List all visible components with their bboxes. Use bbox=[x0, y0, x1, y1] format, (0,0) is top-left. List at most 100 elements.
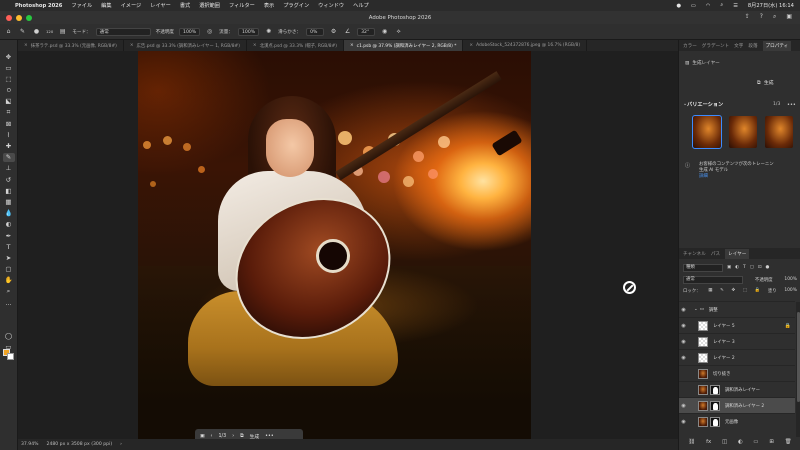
taskbar-layers-icon[interactable]: ▣ bbox=[200, 434, 205, 439]
close-tab-icon[interactable]: × bbox=[130, 43, 134, 48]
pressure-opacity-icon[interactable]: ◎ bbox=[205, 27, 214, 36]
adjustment-layer-icon[interactable]: ◐ bbox=[738, 439, 743, 448]
quick-mask-icon[interactable]: ◯ bbox=[3, 331, 15, 340]
delete-layer-icon[interactable]: 🗑 bbox=[785, 439, 792, 448]
gradient-tool-icon[interactable]: ▦ bbox=[3, 197, 15, 206]
wifi-icon[interactable]: ◠ bbox=[706, 3, 711, 9]
path-select-tool-icon[interactable]: ➤ bbox=[3, 253, 15, 262]
pen-tool-icon[interactable]: ✒ bbox=[3, 231, 15, 240]
blur-tool-icon[interactable]: 💧 bbox=[3, 209, 15, 218]
layer-filter-select[interactable]: 種類 bbox=[683, 263, 723, 272]
control-center-icon[interactable]: ☰ bbox=[733, 3, 738, 9]
properties-generate-button[interactable]: 生成 bbox=[764, 79, 774, 86]
next-variation-icon[interactable]: › bbox=[232, 434, 234, 439]
layer-name[interactable]: 切り抜き bbox=[713, 371, 731, 377]
tab-document-1[interactable]: × 抹茶ラテ.psd @ 33.3% (元画像, RGB/8#) bbox=[18, 40, 124, 51]
visibility-eye-icon[interactable]: ◉ bbox=[679, 307, 688, 313]
canvas-area[interactable] bbox=[18, 51, 678, 439]
layer-row-5[interactable]: ◉ レイヤー 5 🔒 bbox=[679, 317, 795, 333]
brush-tool-icon[interactable]: ✎ bbox=[2, 152, 15, 162]
layers-scrollbar[interactable] bbox=[796, 302, 800, 437]
history-brush-icon[interactable]: ↺ bbox=[3, 175, 15, 184]
tab-layers[interactable]: レイヤー bbox=[725, 248, 750, 259]
more-options-icon[interactable]: ••• bbox=[787, 102, 796, 108]
layer-mask-thumbnail[interactable] bbox=[710, 400, 720, 411]
menu-app-name[interactable]: Photoshop 2026 bbox=[15, 3, 62, 9]
zoom-window-icon[interactable] bbox=[26, 14, 32, 21]
layer-name[interactable]: レイヤー 3 bbox=[713, 339, 735, 345]
opacity-field[interactable]: 100% bbox=[179, 27, 201, 36]
healing-tool-icon[interactable]: ✚ bbox=[3, 142, 15, 151]
menu-file[interactable]: ファイル bbox=[71, 2, 92, 9]
tab-document-2[interactable]: × 広告.psd @ 33.3% (調和済みレイヤー 1, RGB/8#) bbox=[124, 40, 247, 51]
add-mask-icon[interactable]: ◫ bbox=[722, 439, 727, 448]
lock-pixels-icon[interactable]: ▦ bbox=[708, 288, 712, 293]
tab-document-3[interactable]: × 北漢点.psd @ 33.3% (帽子, RGB/8#) bbox=[247, 40, 344, 51]
tab-color[interactable]: カラー bbox=[683, 43, 697, 49]
layer-name[interactable]: レイヤー 5 bbox=[713, 323, 735, 329]
share-icon[interactable]: ⇪ bbox=[745, 13, 750, 21]
close-tab-icon[interactable]: × bbox=[253, 43, 257, 48]
brush-settings-icon[interactable]: ▤ bbox=[58, 27, 67, 36]
status-icon-circle[interactable]: ● bbox=[676, 3, 681, 9]
filter-pixel-icon[interactable]: ▣ bbox=[727, 265, 731, 270]
previous-variation-icon[interactable]: ‹ bbox=[211, 434, 213, 439]
layer-style-icon[interactable]: fx bbox=[706, 439, 711, 448]
move-tool-icon[interactable]: ✥ bbox=[3, 52, 15, 61]
variation-thumbnail-3[interactable] bbox=[765, 116, 793, 148]
visibility-eye-icon[interactable]: ◉ bbox=[679, 339, 688, 345]
layer-row-cutout[interactable]: 切り抜き bbox=[679, 365, 795, 381]
home-icon[interactable]: ⌂ bbox=[4, 27, 13, 36]
search-icon[interactable]: ⌕ bbox=[773, 13, 776, 21]
variation-thumbnail-1[interactable] bbox=[692, 115, 722, 149]
pressure-size-icon[interactable]: ◉ bbox=[380, 27, 389, 36]
minimize-window-icon[interactable] bbox=[16, 14, 22, 21]
filter-toggle-icon[interactable]: ● bbox=[766, 265, 770, 270]
menu-layer[interactable]: レイヤー bbox=[150, 2, 171, 9]
crop-tool-icon[interactable]: ⌗ bbox=[3, 108, 15, 117]
tab-channels[interactable]: チャンネル bbox=[683, 251, 706, 257]
close-tab-icon[interactable]: × bbox=[24, 43, 28, 48]
visibility-eye-icon[interactable]: ◉ bbox=[679, 355, 688, 361]
layer-name[interactable]: レイヤー 2 bbox=[713, 355, 735, 361]
variation-thumbnail-2[interactable] bbox=[729, 116, 757, 148]
tab-gradient[interactable]: グラデーント bbox=[702, 43, 729, 49]
menu-plugins[interactable]: プラグイン bbox=[283, 2, 309, 9]
menu-select[interactable]: 選択範囲 bbox=[199, 2, 220, 9]
layer-row-original[interactable]: ◉ 元画像 bbox=[679, 413, 795, 429]
fill-field[interactable]: 100% bbox=[784, 288, 797, 293]
layer-name[interactable]: 調和済みレイヤー bbox=[725, 387, 760, 393]
dodge-tool-icon[interactable]: ◐ bbox=[3, 220, 15, 229]
help-icon[interactable]: ? bbox=[760, 13, 763, 21]
zoom-tool-icon[interactable]: ⌕ bbox=[3, 287, 15, 296]
tab-character[interactable]: 文字 bbox=[734, 43, 743, 49]
brush-size[interactable]: 120 bbox=[46, 29, 53, 34]
background-color-swatch[interactable] bbox=[7, 353, 14, 360]
close-tab-icon[interactable]: × bbox=[350, 43, 354, 48]
status-arrow-icon[interactable]: › bbox=[120, 442, 122, 447]
object-select-tool-icon[interactable]: ⬕ bbox=[3, 97, 15, 106]
visibility-eye-icon[interactable]: ◉ bbox=[679, 403, 688, 409]
lock-all-icon[interactable]: 🔒 bbox=[755, 288, 760, 293]
close-tab-icon[interactable]: × bbox=[469, 43, 473, 48]
menu-window[interactable]: ウィンドウ bbox=[318, 2, 344, 9]
tab-paragraph[interactable]: 段落 bbox=[748, 43, 757, 49]
angle-icon[interactable]: ∠ bbox=[343, 27, 352, 36]
visibility-eye-icon[interactable]: ◉ bbox=[679, 419, 688, 425]
marquee-tool-icon[interactable]: ⬚ bbox=[3, 74, 15, 83]
menu-edit[interactable]: 編集 bbox=[101, 2, 111, 9]
tab-document-4[interactable]: × c1.psb @ 37.9% (調和済みレイヤー 2, RGB/8) * bbox=[343, 40, 464, 51]
generate-options-icon[interactable]: ⧉ bbox=[757, 80, 761, 86]
menu-type[interactable]: 書式 bbox=[180, 2, 190, 9]
new-group-icon[interactable]: ▭ bbox=[753, 439, 758, 448]
menu-image[interactable]: イメージ bbox=[121, 2, 142, 9]
document-info[interactable]: 2480 px x 3508 px (300 ppi) bbox=[47, 442, 113, 447]
zoom-level[interactable]: 37.94% bbox=[21, 442, 39, 447]
layer-row-harmonized-2[interactable]: ◉ 調和済みレイヤー 2 bbox=[679, 397, 795, 413]
layer-mask-thumbnail[interactable] bbox=[710, 384, 720, 395]
link-layers-icon[interactable]: ⛓ bbox=[688, 439, 695, 448]
document-image[interactable] bbox=[138, 51, 531, 439]
brush-tool-icon[interactable]: ✎ bbox=[18, 27, 27, 36]
hand-tool-icon[interactable]: ✋ bbox=[3, 276, 15, 285]
airbrush-icon[interactable]: ✺ bbox=[264, 27, 273, 36]
